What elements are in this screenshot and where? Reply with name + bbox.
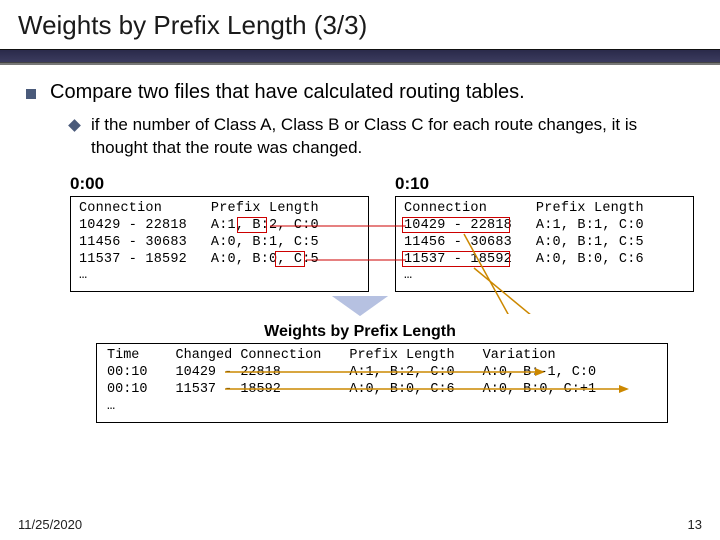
time-label-left: 0:00 [70,174,369,194]
pl-row: A:1, B:2, C:0 [211,218,319,233]
filebox-right: Connection 10429 - 22818 11456 - 30683 1… [395,196,694,292]
pl-row: A:0, B:0, C:6 [349,382,454,397]
conn-row: 11537 - 18592 [404,252,512,267]
pl-header: Prefix Length [536,201,644,216]
pl-row: A:1, B:1, C:0 [536,218,644,233]
square-bullet-icon [26,89,36,99]
conn-row: 10429 - 22818 [404,218,512,233]
cc-row: 10429 - 22818 [176,365,281,380]
conn-row: … [404,268,412,283]
title-separator [0,49,720,63]
cc-row: 11537 - 18592 [176,382,281,397]
result-title: Weights by Prefix Length [26,323,694,341]
bullet2-text: if the number of Class A, Class B or Cla… [91,114,694,160]
pl-row: A:0, B:0, C:6 [536,252,644,267]
conn-header: Connection [404,201,487,216]
arrow-down-icon [332,296,388,316]
bullet-level2: if the number of Class A, Class B or Cla… [70,114,694,160]
time-row: … [107,399,115,414]
bullet1-text: Compare two files that have calculated r… [50,81,525,104]
conn-row: 10429 - 22818 [79,218,187,233]
pl-row: A:0, B:0, C:5 [211,252,319,267]
footer-page-number: 13 [688,517,702,532]
bullet-level1: Compare two files that have calculated r… [26,81,694,104]
filebox-left: Connection 10429 - 22818 11456 - 30683 1… [70,196,369,292]
var-row: A:0, B:-1, C:0 [483,365,596,380]
page-title: Weights by Prefix Length (3/3) [18,10,720,41]
var-row: A:0, B:0, C:+1 [483,382,596,397]
var-header: Variation [483,348,556,363]
pl-header: Prefix Length [211,201,319,216]
conn-row: 11456 - 30683 [79,235,187,250]
pl-header: Prefix Length [349,348,454,363]
result-box: Time 00:10 00:10 … Changed Connection 10… [96,343,668,423]
conn-row: … [79,268,87,283]
conn-row: 11456 - 30683 [404,235,512,250]
time-label-right: 0:10 [395,174,694,194]
time-row: 00:10 [107,382,148,397]
time-header: Time [107,348,139,363]
conn-header: Connection [79,201,162,216]
time-row: 00:10 [107,365,148,380]
pl-row: A:1, B:2, C:0 [349,365,454,380]
footer-date: 11/25/2020 [18,517,82,532]
pl-row: A:0, B:1, C:5 [211,235,319,250]
pl-row: A:0, B:1, C:5 [536,235,644,250]
cc-header: Changed Connection [176,348,322,363]
conn-row: 11537 - 18592 [79,252,187,267]
diamond-bullet-icon [68,119,81,132]
